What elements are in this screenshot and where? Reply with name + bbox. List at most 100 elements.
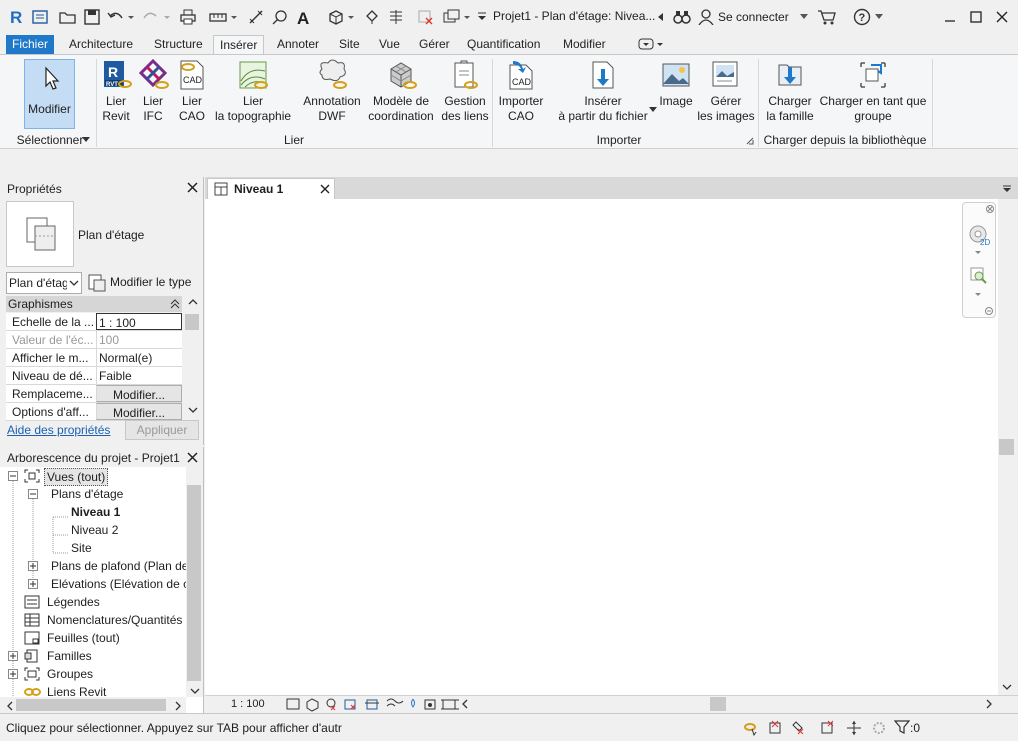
load-as-group-button[interactable]: Charger en tant que groupe	[818, 59, 928, 124]
manage-links-button[interactable]: Gestion des liens	[440, 59, 490, 124]
tree-item-views[interactable]: Vues (tout)	[44, 468, 109, 486]
view-scale-selector[interactable]: 1 : 100	[231, 698, 265, 710]
detail-level-value[interactable]: Faible	[96, 367, 182, 384]
manage-images-button[interactable]: Gérer les images	[696, 59, 756, 124]
undo-icon[interactable]	[106, 8, 136, 26]
tree-item-floor-plans[interactable]: Plans d'étage	[51, 487, 123, 501]
canvas-vscrollbar[interactable]	[998, 199, 1016, 695]
maximize-icon[interactable]	[966, 8, 986, 26]
drawing-canvas[interactable]: 2D	[205, 199, 1000, 695]
scroll-thumb[interactable]	[185, 314, 199, 330]
tab-architecture[interactable]: Architecture	[63, 35, 139, 54]
tab-modifier[interactable]: Modifier	[557, 35, 612, 54]
tab-gerer[interactable]: Gérer	[413, 35, 456, 54]
revit-logo-icon[interactable]: R	[6, 8, 26, 26]
link-revit-button[interactable]: R RVT Lier Revit	[98, 59, 134, 124]
property-row[interactable]: Options d'aff... Modifier...	[6, 403, 182, 421]
tree-item-schedules[interactable]: Nomenclatures/Quantités	[47, 613, 186, 627]
zoom-dropdown-icon[interactable]	[975, 293, 981, 297]
expand-ceiling-plans-icon[interactable]	[28, 561, 38, 571]
close-window-icon[interactable]	[992, 8, 1012, 26]
tab-vue[interactable]: Vue	[373, 35, 406, 54]
home-icon[interactable]	[30, 8, 50, 26]
tree-item-legends[interactable]: Légendes	[47, 595, 100, 609]
property-row[interactable]: Remplaceme... Modifier...	[6, 385, 182, 403]
property-row[interactable]: Echelle de la ... 1 : 100	[6, 313, 182, 331]
tree-item-groups[interactable]: Groupes	[47, 667, 93, 681]
zoom-region-icon[interactable]	[970, 267, 988, 285]
ribbon-minimize-toggle-icon[interactable]	[638, 38, 664, 51]
steering-wheel-dropdown-icon[interactable]	[975, 251, 981, 255]
section-icon[interactable]	[362, 8, 382, 26]
tree-item-ceiling-plans[interactable]: Plans de plafond (Plan de	[51, 559, 186, 573]
view-tab-niveau-1[interactable]: Niveau 1	[207, 178, 335, 199]
coordination-model-button[interactable]: Modèle de coordination	[366, 59, 436, 124]
scroll-thumb[interactable]	[16, 699, 166, 711]
scroll-down-icon[interactable]	[1002, 683, 1012, 691]
image-button[interactable]: Image	[656, 59, 696, 109]
graphics-category-header[interactable]: Graphismes	[6, 296, 182, 312]
steering-wheel-2d-icon[interactable]: 2D	[967, 223, 993, 249]
modify-button[interactable]: Modifier	[24, 59, 75, 129]
navbar-close-icon[interactable]	[986, 205, 994, 213]
importer-dialog-launcher-icon[interactable]	[746, 137, 754, 145]
title-scroll-left-icon[interactable]	[656, 8, 666, 26]
browser-hscrollbar[interactable]	[0, 697, 186, 713]
select-panel-label[interactable]: Sélectionner	[10, 133, 90, 147]
scroll-down-icon[interactable]	[190, 687, 200, 695]
properties-help-link[interactable]: Aide des propriétés	[7, 423, 110, 437]
edit-type-button[interactable]: Modifier le type	[88, 272, 198, 294]
view-scale-input[interactable]: 1 : 100	[96, 313, 182, 330]
tree-item-elevations[interactable]: Elévations (Elévation de c	[51, 577, 186, 591]
measure-icon[interactable]	[208, 8, 240, 26]
binoculars-icon[interactable]	[672, 8, 692, 26]
tree-item-niveau-1[interactable]: Niveau 1	[71, 505, 120, 519]
tree-item-families[interactable]: Familles	[47, 649, 92, 663]
3d-view-icon[interactable]	[326, 8, 358, 26]
cart-icon[interactable]	[816, 8, 838, 26]
sign-in-dropdown-icon[interactable]	[798, 8, 810, 26]
thin-lines-icon[interactable]	[386, 8, 406, 26]
user-icon[interactable]	[696, 8, 716, 26]
navbar-options-icon[interactable]	[985, 307, 993, 315]
open-icon[interactable]	[58, 8, 78, 26]
browser-vscrollbar[interactable]	[186, 467, 203, 697]
browser-close-icon[interactable]	[187, 452, 198, 463]
tree-item-sheets[interactable]: Feuilles (tout)	[47, 631, 120, 645]
customize-toolbar-icon[interactable]	[476, 8, 488, 26]
property-row[interactable]: Niveau de dé... Faible	[6, 367, 182, 385]
display-model-value[interactable]: Normal(e)	[96, 349, 182, 366]
load-family-button[interactable]: Charger la famille	[762, 59, 818, 124]
expand-groups-icon[interactable]	[8, 669, 18, 679]
collapse-views-icon[interactable]	[8, 471, 18, 481]
tab-quantification[interactable]: Quantification	[461, 35, 546, 54]
display-options-edit-button[interactable]: Modifier...	[96, 403, 182, 420]
scroll-right-icon[interactable]	[174, 701, 182, 711]
canvas-scroll-right-icon[interactable]	[985, 699, 993, 709]
link-topography-button[interactable]: Lier la topographie	[212, 59, 294, 124]
help-icon[interactable]: ?	[852, 8, 872, 26]
instance-filter-select[interactable]: Plan d'étag	[6, 272, 82, 294]
tab-fichier[interactable]: Fichier	[6, 35, 55, 54]
select-panel-dropdown-icon[interactable]	[82, 137, 90, 143]
tab-annoter[interactable]: Annoter	[271, 35, 325, 54]
properties-scrollbar[interactable]	[184, 296, 201, 418]
import-cad-button[interactable]: CAD Importer CAO	[494, 59, 548, 124]
text-icon[interactable]: A	[294, 8, 314, 26]
help-dropdown-icon[interactable]	[874, 8, 884, 26]
scroll-down-icon[interactable]	[188, 406, 198, 414]
collapse-floor-plans-icon[interactable]	[28, 489, 38, 499]
tree-item-site[interactable]: Site	[71, 541, 92, 555]
scroll-thumb[interactable]	[999, 439, 1014, 455]
aligned-dimension-icon[interactable]	[246, 8, 266, 26]
sign-in-link[interactable]: Se connecter	[718, 10, 789, 24]
visibility-overrides-edit-button[interactable]: Modifier...	[96, 385, 182, 402]
insert-from-file-button[interactable]: Insérer à partir du fichier	[552, 59, 654, 124]
tag-icon[interactable]	[270, 8, 290, 26]
expand-elevations-icon[interactable]	[28, 579, 38, 589]
scroll-thumb[interactable]	[187, 485, 201, 681]
link-ifc-button[interactable]: Lier IFC	[136, 59, 170, 124]
property-row[interactable]: Afficher le m... Normal(e)	[6, 349, 182, 367]
print-icon[interactable]	[178, 8, 198, 26]
canvas-hscroll-thumb[interactable]	[710, 697, 726, 711]
